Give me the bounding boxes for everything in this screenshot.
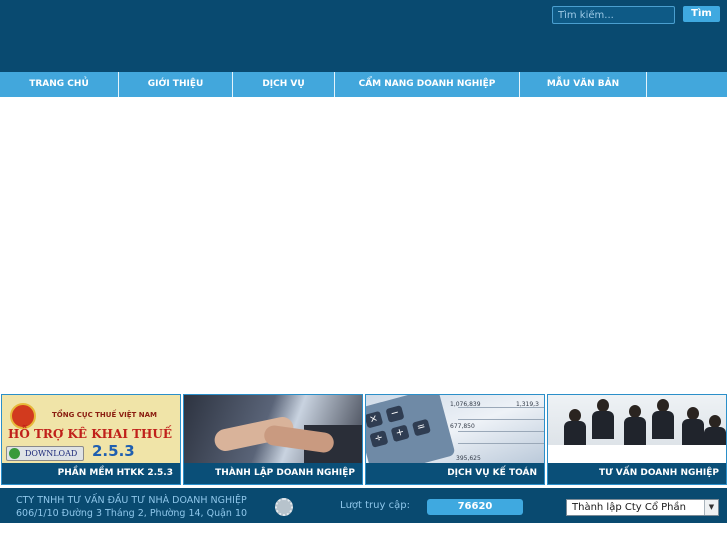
quick-link-select[interactable]: Thành lập Cty Cổ Phần ▼ <box>566 499 719 516</box>
tile-caption[interactable]: PHẦN MỀM HTKK 2.5.3 <box>2 463 180 484</box>
company-name: CTY TNHH TƯ VẤN ĐẦU TƯ NHÀ DOANH NGHIỆP <box>16 495 247 506</box>
feature-tiles: TỔNG CỤC THUẾ VIỆT NAM HỖ TRỢ KÊ KHAI TH… <box>0 394 727 485</box>
search-button[interactable]: Tìm <box>683 6 720 22</box>
tile-company-formation[interactable]: THÀNH LẬP DOANH NGHIỆP <box>183 394 363 485</box>
site-footer: CTY TNHH TƯ VẤN ĐẦU TƯ NHÀ DOANH NGHIỆP … <box>0 488 727 523</box>
visit-counter-label: Lượt truy cập: <box>340 500 410 511</box>
chevron-down-icon[interactable]: ▼ <box>704 500 718 515</box>
search-input[interactable] <box>552 6 675 24</box>
tax-version: 2.5.3 <box>92 442 135 460</box>
nav-item-document-templates[interactable]: MẪU VĂN BẢN <box>520 72 647 97</box>
tile-caption[interactable]: TƯ VẤN DOANH NGHIỆP <box>548 463 726 484</box>
site-header: Tìm <box>0 0 727 72</box>
tax-banner-image: TỔNG CỤC THUẾ VIỆT NAM HỖ TRỢ KÊ KHAI TH… <box>2 395 180 465</box>
download-button[interactable]: DOWNLOAD <box>6 446 84 461</box>
download-label: DOWNLOAD <box>25 449 78 458</box>
nav-item-business-handbook[interactable]: CẨM NANG DOANH NGHIỆP <box>335 72 520 97</box>
gear-icon <box>275 498 293 516</box>
main-nav: TRANG CHỦ GIỚI THIỆU DỊCH VỤ CẨM NANG DO… <box>0 72 727 97</box>
calculator-image: × − ÷ + = 1,076,839 677,850 1,319,3 395,… <box>366 395 544 465</box>
banner-area <box>0 97 727 393</box>
download-icon <box>9 448 20 459</box>
nav-item-about[interactable]: GIỚI THIỆU <box>119 72 233 97</box>
ledger-value: 395,625 <box>456 455 481 462</box>
company-address: 606/1/10 Đường 3 Tháng 2, Phường 14, Quậ… <box>16 508 248 519</box>
visit-counter-value: 76620 <box>427 499 523 515</box>
ledger-value: 677,850 <box>450 423 475 430</box>
tile-business-consulting[interactable]: TƯ VẤN DOANH NGHIỆP <box>547 394 727 485</box>
tile-accounting-service[interactable]: × − ÷ + = 1,076,839 677,850 1,319,3 395,… <box>365 394 545 485</box>
select-value: Thành lập Cty Cổ Phần <box>572 502 686 513</box>
tile-caption[interactable]: DỊCH VỤ KẾ TOÁN <box>366 463 544 484</box>
handshake-image <box>184 395 362 465</box>
tax-agency-name: TỔNG CỤC THUẾ VIỆT NAM <box>52 411 157 419</box>
tile-caption[interactable]: THÀNH LẬP DOANH NGHIỆP <box>184 463 362 484</box>
ledger-value: 1,319,3 <box>516 401 539 408</box>
tile-tax-software[interactable]: TỔNG CỤC THUẾ VIỆT NAM HỖ TRỢ KÊ KHAI TH… <box>1 394 181 485</box>
nav-item-home[interactable]: TRANG CHỦ <box>0 72 119 97</box>
tax-emblem-icon <box>10 403 36 429</box>
nav-item-services[interactable]: DỊCH VỤ <box>233 72 335 97</box>
tax-headline: HỖ TRỢ KÊ KHAI THUẾ <box>8 427 173 441</box>
ledger-value: 1,076,839 <box>450 401 481 408</box>
meeting-image <box>548 395 726 465</box>
